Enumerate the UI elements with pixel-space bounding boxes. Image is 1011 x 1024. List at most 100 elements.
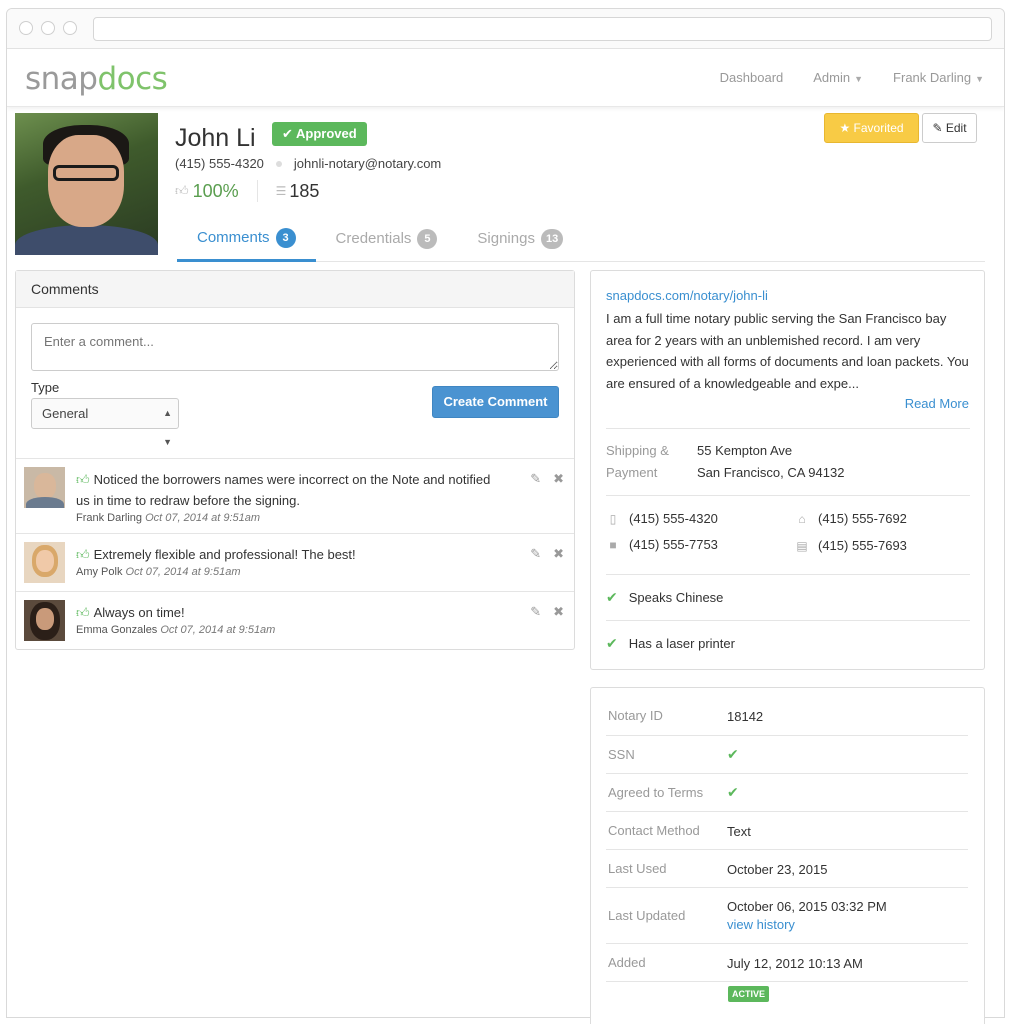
comment-text: 👍︎ Extremely flexible and professional! T… (76, 544, 506, 565)
shipping-address: 55 Kempton Ave San Francisco, CA 94132 (697, 440, 844, 484)
thumbs-up-icon: 👍︎ (76, 472, 90, 487)
edit-button[interactable]: ✎ Edit (922, 113, 977, 143)
avatar (24, 600, 65, 641)
detail-label: Added (608, 955, 646, 970)
feature-label: Speaks Chinese (628, 590, 724, 605)
type-select[interactable]: General ▲ ▼ (31, 398, 179, 447)
view-history-link[interactable]: view history (727, 916, 887, 934)
checkmark-icon: ✔ (282, 126, 297, 141)
detail-label: Last Updated (608, 908, 686, 923)
comments-heading: Comments (16, 271, 574, 308)
detail-row-last-used: Last Used October 23, 2015 (606, 850, 968, 888)
read-more-link[interactable]: Read More (905, 396, 969, 411)
approved-badge: ✔ Approved (272, 122, 367, 146)
profile-email[interactable]: johnli-notary@notary.com (294, 156, 441, 171)
pencil-icon[interactable]: ✎ (530, 546, 541, 562)
comment-date: Oct 07, 2014 at 9:51am (145, 512, 261, 524)
profile-url-link[interactable]: snapdocs.com/notary/john-li (606, 288, 768, 303)
comment-item: 👍︎ Always on time! Emma Gonzales Oct 07, … (16, 591, 574, 649)
divider (606, 620, 970, 621)
detail-row-ssn: SSN ✔ (606, 736, 968, 774)
window-minimize-dot[interactable] (41, 21, 55, 35)
profile-photo (15, 113, 158, 255)
profile-name: John Li (175, 124, 256, 152)
tab-credentials-count: 5 (417, 229, 438, 249)
detail-value: Text (727, 824, 751, 839)
detail-label: Last Used (608, 861, 667, 876)
detail-label: Agreed to Terms (608, 785, 704, 800)
tab-signings[interactable]: Signings 13 (457, 216, 583, 262)
comment-actions: ✎ ✖ (530, 604, 564, 620)
address-line2: San Francisco, CA 94132 (697, 465, 845, 480)
favorited-button[interactable]: ★ Favorited (824, 113, 919, 143)
app-navbar: snapdocs Dashboard Admin ▼ Frank Darling ▼ (7, 49, 1004, 107)
contact-row: (415) 555-4320 johnli-notary@notary.com (175, 156, 441, 171)
nav-dashboard[interactable]: Dashboard (720, 70, 784, 85)
detail-row-last-updated: Last Updated October 06, 2015 03:32 PM v… (606, 888, 968, 944)
divider (606, 495, 970, 496)
photo-glasses (53, 165, 119, 181)
fax-icon: ▤ (796, 538, 808, 553)
close-icon[interactable]: ✖ (553, 546, 564, 562)
comment-text: 👍︎ Always on time! (76, 602, 506, 623)
pencil-icon: ✎ (932, 121, 946, 135)
tab-comments-count: 3 (275, 227, 296, 248)
bio-text: I am a full time notary public serving t… (606, 311, 969, 391)
detail-row-contact-method: Contact Method Text (606, 812, 968, 850)
nav-admin-label: Admin (813, 70, 851, 85)
top-nav: Dashboard Admin ▼ Frank Darling ▼ (720, 70, 984, 85)
comment-text-value: Noticed the borrowers names were incorre… (76, 472, 491, 508)
comment-author: Amy Polk (76, 566, 123, 578)
comment-input[interactable] (31, 323, 559, 371)
type-select-value: General (42, 406, 89, 421)
window-maximize-dot[interactable] (63, 21, 77, 35)
window-close-dot[interactable] (19, 21, 33, 35)
comment-meta: Frank Darling Oct 07, 2014 at 9:51am (76, 512, 506, 524)
thumbs-up-icon: 👍︎ (76, 547, 90, 562)
thumbs-up-icon: 👍︎ (76, 605, 90, 620)
pencil-icon[interactable]: ✎ (530, 604, 541, 620)
detail-label: Contact Method (608, 823, 700, 838)
fax-phone-value: (415) 555-7693 (818, 538, 907, 553)
caret-down-icon: ▼ (854, 74, 864, 84)
edit-label: Edit (945, 121, 967, 135)
nav-admin[interactable]: Admin ▼ (813, 70, 863, 85)
stats-divider (256, 180, 258, 202)
separator-dot (275, 160, 282, 167)
snapdocs-logo[interactable]: snapdocs (25, 61, 168, 97)
close-icon[interactable]: ✖ (553, 604, 564, 620)
checkmark-icon: ✔ (727, 784, 739, 800)
create-comment-button[interactable]: Create Comment (432, 386, 559, 418)
avatar (24, 542, 65, 583)
tab-credentials[interactable]: Credentials 5 (316, 216, 458, 262)
star-icon: ★ (839, 121, 854, 135)
tab-signings-count: 13 (540, 229, 564, 249)
detail-row-terms: Agreed to Terms ✔ (606, 774, 968, 812)
tab-comments[interactable]: Comments 3 (177, 216, 316, 262)
work-phone: ■ (415) 555-7753 (606, 537, 718, 552)
browser-toolbar (7, 9, 1004, 49)
photo-shirt (15, 225, 158, 255)
address-line1: 55 Kempton Ave (697, 443, 793, 458)
checkmark-icon: ✔ (727, 746, 739, 762)
detail-label: Notary ID (608, 708, 663, 723)
pencil-icon[interactable]: ✎ (530, 471, 541, 487)
nav-user-label: Frank Darling (893, 70, 972, 85)
rating-percent: 100% (192, 180, 239, 201)
avatar-face (34, 473, 56, 499)
divider (606, 428, 970, 429)
thumbs-up-icon: 👍︎ (175, 183, 189, 198)
approved-label: Approved (296, 126, 357, 141)
close-icon[interactable]: ✖ (553, 471, 564, 487)
comment-text-value: Always on time! (93, 605, 185, 620)
avatar-face (36, 550, 54, 572)
address-bar[interactable] (93, 17, 992, 41)
comment-meta: Emma Gonzales Oct 07, 2014 at 9:51am (76, 624, 506, 636)
nav-user-menu[interactable]: Frank Darling ▼ (893, 70, 984, 85)
shipping-label-line2: Payment (606, 465, 658, 480)
comments-panel: Comments Type General ▲▼ Create Comment … (15, 270, 575, 650)
favorited-label: Favorited (853, 121, 904, 135)
last-updated-value: October 06, 2015 03:32 PM (727, 899, 887, 914)
profile-tabs: Comments 3 Credentials 5 Signings 13 (177, 216, 985, 262)
home-phone: ⌂ (415) 555-7692 (795, 511, 907, 526)
